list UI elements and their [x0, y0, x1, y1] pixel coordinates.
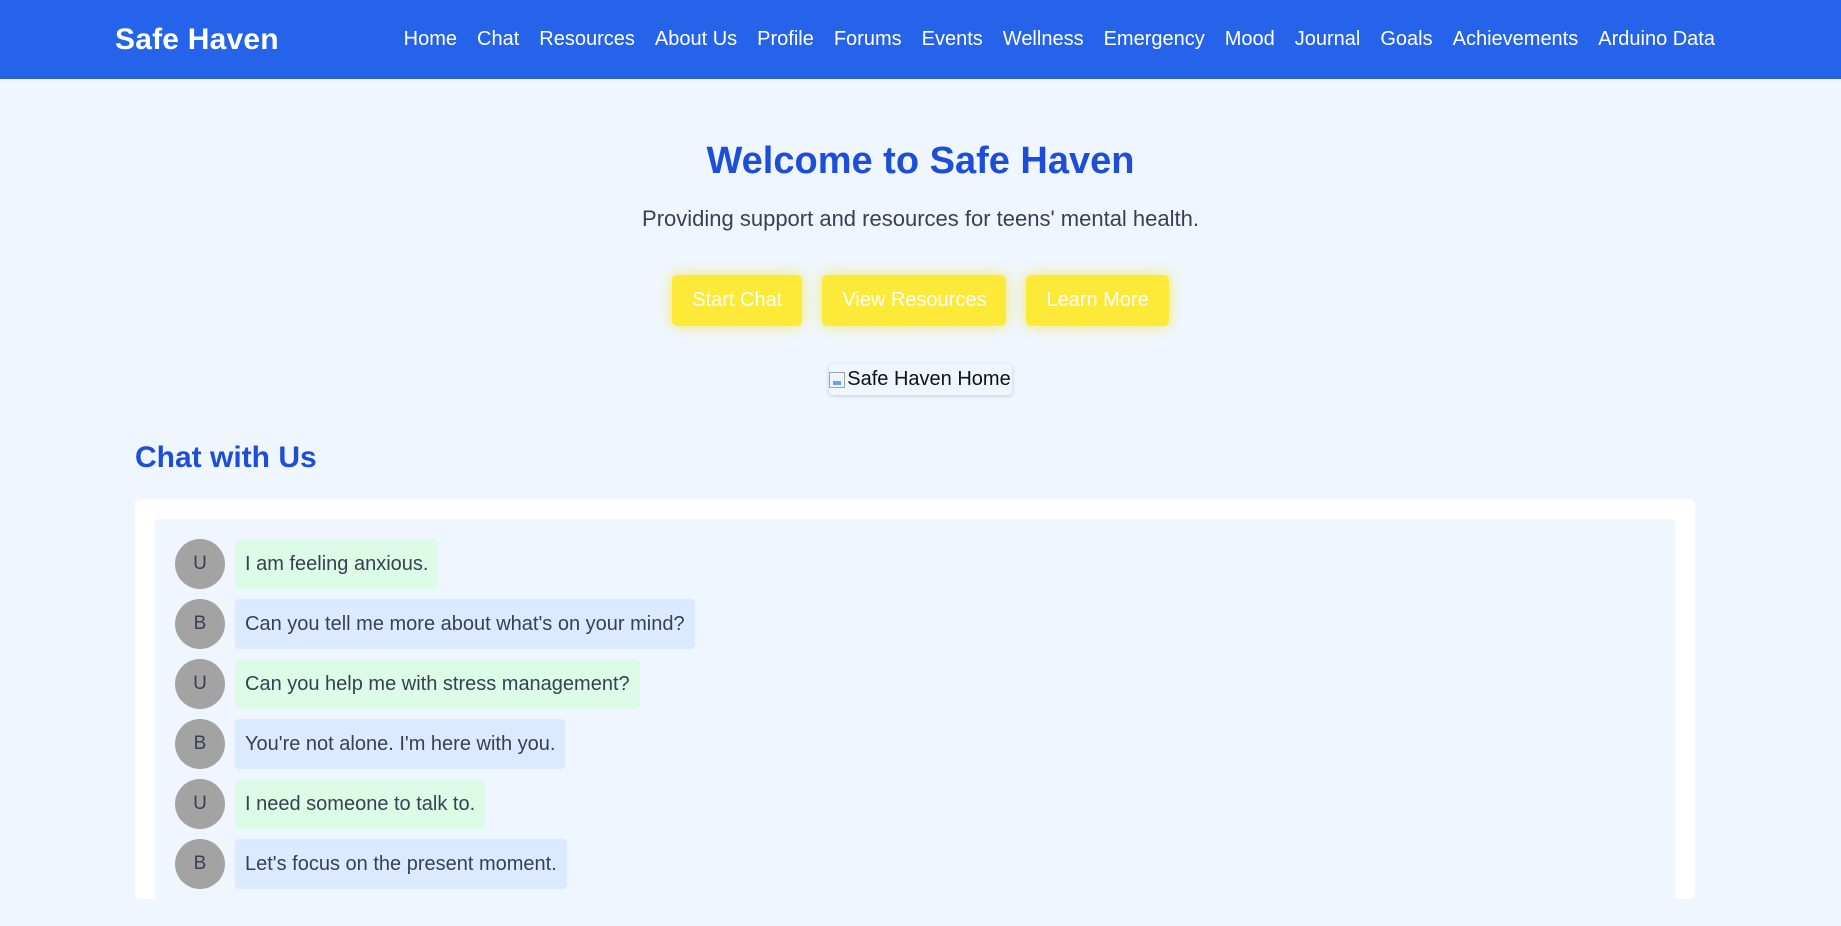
bot-avatar: B — [175, 599, 225, 649]
nav-link-arduino-data[interactable]: Arduino Data — [1598, 28, 1715, 51]
user-avatar: U — [175, 539, 225, 589]
main-nav: Home Chat Resources About Us Profile For… — [404, 0, 1715, 79]
user-message-bubble: I am feeling anxious. — [235, 539, 439, 589]
bot-avatar: B — [175, 719, 225, 769]
bot-message-bubble: Can you tell me more about what's on you… — [235, 599, 695, 649]
learn-more-button[interactable]: Learn More — [1026, 275, 1169, 326]
nav-link-emergency[interactable]: Emergency — [1104, 28, 1205, 51]
nav-link-chat[interactable]: Chat — [477, 28, 519, 51]
brand-logo-text[interactable]: Safe Haven — [115, 23, 279, 57]
chat-message-user: U I am feeling anxious. — [175, 539, 1655, 589]
nav-link-resources[interactable]: Resources — [539, 28, 635, 51]
start-chat-button[interactable]: Start Chat — [672, 275, 803, 326]
view-resources-button[interactable]: View Resources — [822, 275, 1007, 326]
chat-message-user: U Can you help me with stress management… — [175, 659, 1655, 709]
nav-link-journal[interactable]: Journal — [1295, 28, 1361, 51]
bot-message-bubble: You're not alone. I'm here with you. — [235, 719, 566, 769]
nav-link-goals[interactable]: Goals — [1380, 28, 1432, 51]
hero-section: Welcome to Safe Haven Providing support … — [0, 79, 1841, 395]
nav-link-forums[interactable]: Forums — [834, 28, 902, 51]
chat-heading: Chat with Us — [135, 441, 317, 474]
hero-image-alt-text: Safe Haven Home — [847, 368, 1011, 390]
chat-section: Chat with Us U I am feeling anxious. B C… — [135, 438, 1695, 919]
nav-link-about-us[interactable]: About Us — [655, 28, 737, 51]
nav-link-home[interactable]: Home — [404, 28, 457, 51]
broken-image-icon — [829, 371, 846, 388]
bot-message-bubble: Let's focus on the present moment. — [235, 839, 567, 889]
hero-button-group: Start Chat View Resources Learn More — [0, 275, 1841, 326]
nav-link-mood[interactable]: Mood — [1225, 28, 1275, 51]
top-navbar: Safe Haven Home Chat Resources About Us … — [0, 0, 1841, 79]
user-message-bubble: Can you help me with stress management? — [235, 659, 640, 709]
chat-message-user: U I need someone to talk to. — [175, 779, 1655, 829]
chat-window[interactable]: U I am feeling anxious. B Can you tell m… — [155, 519, 1675, 919]
bot-avatar: B — [175, 839, 225, 889]
nav-link-profile[interactable]: Profile — [757, 28, 814, 51]
hero-title: Welcome to Safe Haven — [706, 140, 1135, 182]
nav-link-events[interactable]: Events — [922, 28, 983, 51]
user-avatar: U — [175, 659, 225, 709]
user-avatar: U — [175, 779, 225, 829]
chat-card: U I am feeling anxious. B Can you tell m… — [135, 499, 1695, 919]
user-message-bubble: I need someone to talk to. — [235, 779, 486, 829]
hero-subtitle: Providing support and resources for teen… — [642, 206, 1199, 231]
hero-image-broken: Safe Haven Home — [829, 364, 1012, 395]
chat-message-bot: B You're not alone. I'm here with you. — [175, 719, 1655, 769]
chat-message-bot: B Let's focus on the present moment. — [175, 839, 1655, 889]
chat-message-bot: B Can you tell me more about what's on y… — [175, 599, 1655, 649]
nav-link-wellness[interactable]: Wellness — [1003, 28, 1084, 51]
nav-link-achievements[interactable]: Achievements — [1453, 28, 1579, 51]
